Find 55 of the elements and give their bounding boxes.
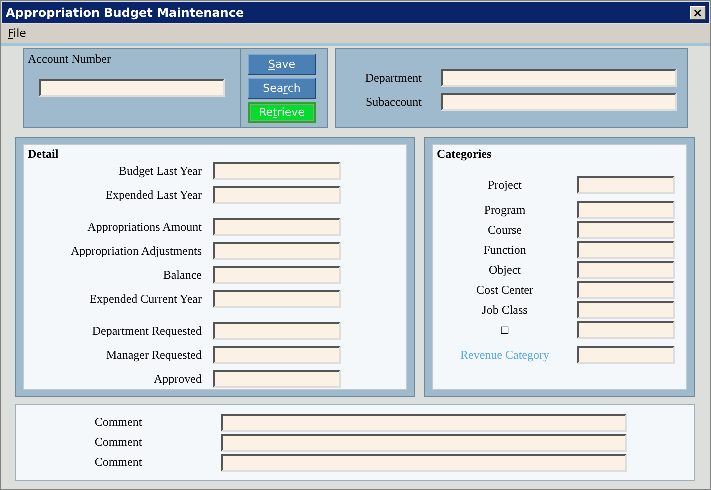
input-field[interactable] <box>577 301 675 319</box>
field-label: Object <box>488 262 522 278</box>
input-field[interactable] <box>221 414 627 432</box>
field-label: Appropriation Adjustments <box>70 244 203 258</box>
field-label: Manager Requested <box>105 348 203 362</box>
field-label: Balance <box>162 268 203 282</box>
field-label: Expended Current Year <box>88 292 203 306</box>
field-label: Course <box>487 222 523 238</box>
input-field[interactable] <box>441 93 677 111</box>
input-field[interactable] <box>441 69 677 87</box>
input-field[interactable] <box>213 322 341 340</box>
field-label: Account Number <box>28 52 112 67</box>
menu-item[interactable]: File <box>8 27 26 40</box>
section-title: Detail <box>28 147 60 162</box>
input-field[interactable] <box>213 290 341 308</box>
action-button[interactable]: Save <box>248 54 316 75</box>
field-label: Project <box>487 178 523 192</box>
input-field[interactable] <box>577 221 675 239</box>
input-field[interactable] <box>577 281 675 299</box>
field-label: Appropriations Amount <box>86 220 203 234</box>
input-field[interactable] <box>213 218 341 236</box>
input-field[interactable] <box>213 186 341 204</box>
field-label: Department <box>364 70 422 86</box>
action-button[interactable]: Search <box>248 78 316 99</box>
input-field[interactable] <box>577 321 675 339</box>
input-field[interactable] <box>221 434 627 452</box>
close-button[interactable]: × <box>690 6 706 20</box>
input-field[interactable] <box>221 454 627 472</box>
field-label: Subaccount <box>365 94 422 110</box>
input-field[interactable] <box>577 261 675 279</box>
input-field[interactable] <box>213 242 341 260</box>
field-label: Cost Center <box>476 282 534 298</box>
input-field[interactable] <box>213 370 341 388</box>
field-label: Approved <box>153 372 203 386</box>
field-label: Program <box>483 202 527 218</box>
field-label: Budget Last Year <box>118 164 203 178</box>
field-label: Function <box>482 242 528 258</box>
input-field[interactable] <box>577 201 675 219</box>
field-label: Comment <box>94 455 144 470</box>
input-field[interactable] <box>39 79 225 97</box>
section-title: Categories <box>437 147 493 162</box>
field-label: □ <box>500 322 510 338</box>
input-field[interactable] <box>213 266 341 284</box>
window-title: Appropriation Budget Maintenance <box>6 6 244 20</box>
field-label: Department Requested <box>91 324 203 338</box>
field-label: Expended Last Year <box>104 188 203 202</box>
field-label: Comment <box>94 435 144 450</box>
input-field[interactable] <box>213 162 341 180</box>
input-field[interactable] <box>577 346 675 364</box>
category-link[interactable]: Revenue Category <box>437 348 573 362</box>
field-label: Job Class <box>481 302 529 318</box>
input-field[interactable] <box>213 346 341 364</box>
input-field[interactable] <box>577 176 675 194</box>
field-label: Comment <box>94 415 144 430</box>
input-field[interactable] <box>577 241 675 259</box>
